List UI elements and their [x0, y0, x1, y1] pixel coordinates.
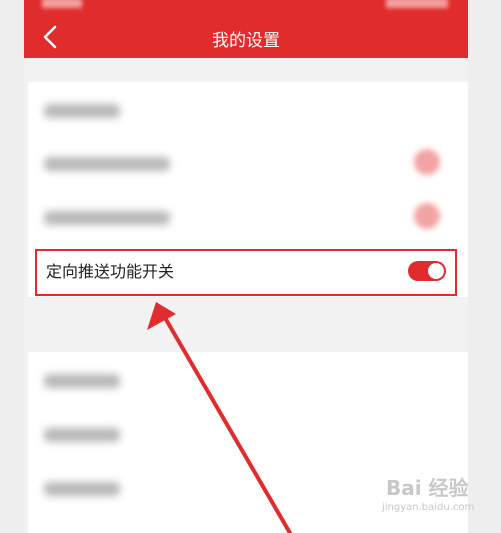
watermark-brand: Bai 经验	[386, 476, 469, 500]
red-arrow-annotation	[147, 302, 292, 533]
watermark-url: jingyan.baidu.com	[382, 502, 475, 513]
watermark: Bai 经验 jingyan.baidu.com	[380, 472, 490, 524]
